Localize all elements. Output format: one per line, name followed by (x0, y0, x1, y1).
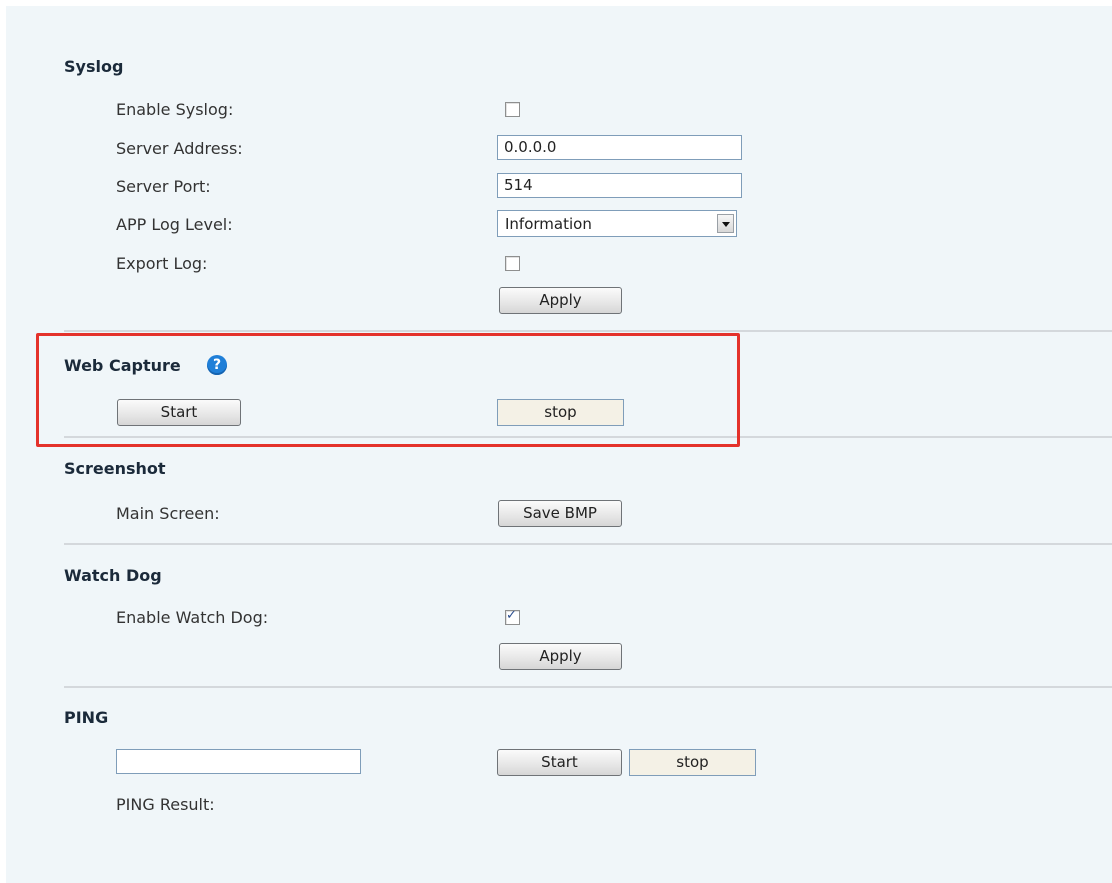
server-address-label: Server Address: (116, 139, 243, 158)
enable-watch-dog-label: Enable Watch Dog: (116, 608, 269, 627)
enable-syslog-checkbox[interactable] (505, 102, 520, 117)
enable-syslog-label: Enable Syslog: (116, 100, 234, 119)
export-log-checkbox[interactable] (505, 256, 520, 271)
screenshot-section-title: Screenshot (64, 459, 166, 478)
app-log-level-value: Information (505, 215, 592, 233)
export-log-label: Export Log: (116, 254, 208, 273)
watch-dog-section-title: Watch Dog (64, 566, 162, 585)
syslog-section-title: Syslog (64, 57, 124, 76)
watch-dog-apply-button[interactable]: Apply (499, 643, 622, 670)
enable-watch-dog-checkbox[interactable] (505, 608, 520, 625)
divider (64, 543, 1112, 545)
chevron-down-icon[interactable] (717, 214, 734, 233)
server-port-label: Server Port: (116, 177, 211, 196)
ping-section-title: PING (64, 708, 109, 727)
app-log-level-label: APP Log Level: (116, 215, 233, 234)
syslog-apply-button[interactable]: Apply (499, 287, 622, 314)
server-port-input[interactable]: 514 (497, 173, 742, 198)
divider (64, 686, 1112, 688)
ping-host-input[interactable] (116, 749, 361, 774)
highlight-box (36, 333, 740, 447)
ping-stop-button[interactable]: stop (629, 749, 756, 776)
app-log-level-select[interactable]: Information (497, 210, 737, 237)
divider (64, 330, 1112, 332)
ping-start-button[interactable]: Start (497, 749, 622, 776)
ping-result-label: PING Result: (116, 795, 215, 814)
main-screen-label: Main Screen: (116, 504, 220, 523)
server-address-input[interactable]: 0.0.0.0 (497, 135, 742, 160)
save-bmp-button[interactable]: Save BMP (498, 500, 622, 527)
